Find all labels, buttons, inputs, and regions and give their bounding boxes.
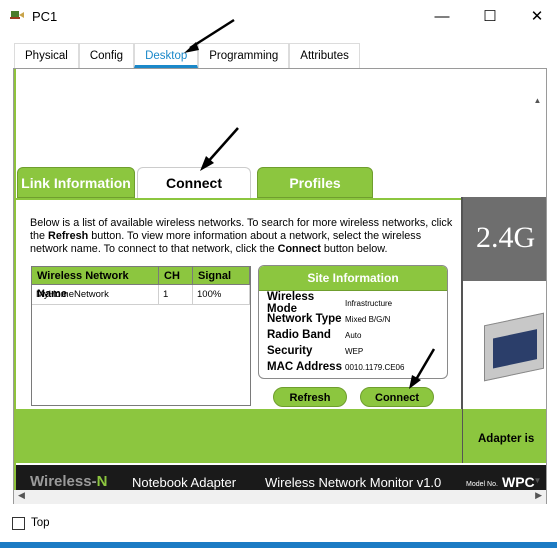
refresh-button[interactable]: Refresh — [273, 387, 347, 407]
maximize-icon[interactable]: ☐ — [479, 6, 501, 28]
table-row[interactable]: MyHomeNetwork 1 100% — [32, 285, 250, 305]
top-checkbox[interactable] — [12, 517, 25, 530]
app-icon — [10, 11, 24, 19]
monitor-version: Wireless Network Monitor v1.0 — [265, 475, 442, 490]
tab-attributes[interactable]: Attributes — [289, 43, 360, 68]
window-title: PC1 — [32, 9, 58, 24]
scroll-right-icon[interactable]: ▶ — [535, 490, 542, 501]
site-information-title: Site Information — [259, 266, 447, 291]
network-name-cell: MyHomeNetwork — [32, 285, 159, 304]
scroll-up-icon[interactable]: ▲ — [530, 96, 545, 112]
scroll-left-icon[interactable]: ◀ — [18, 490, 25, 501]
product-type: Notebook Adapter — [132, 475, 237, 490]
column-network-name: Wireless Network Name — [32, 267, 159, 300]
desktop-panel: Link Information Connect Profiles Below … — [13, 68, 547, 504]
network-list: Wireless Network Name CH Signal MyHomeNe… — [31, 266, 251, 406]
column-signal: Signal — [193, 267, 250, 284]
channel-cell: 1 — [159, 285, 193, 304]
model-label: Model No. — [466, 481, 498, 488]
arrow-annotation-desktop — [184, 18, 235, 53]
adapter-card-image — [484, 312, 544, 382]
site-row-wireless-mode: Wireless Mode Infrastructure — [267, 291, 393, 315]
network-list-header: Wireless Network Name CH Signal — [32, 267, 250, 300]
arrow-annotation-connect-tab — [200, 127, 239, 171]
instructions-text: Below is a list of available wireless ne… — [30, 217, 453, 255]
tab-config[interactable]: Config — [78, 43, 135, 68]
arrow-annotation-connect-button — [409, 348, 436, 389]
status-band — [16, 409, 462, 463]
signal-cell: 100% — [193, 285, 250, 304]
product-brand: Wireless-N — [30, 473, 108, 490]
adapter-status-text: Adapter is — [478, 433, 535, 445]
top-checkbox-label: Top — [31, 517, 50, 529]
tab-physical[interactable]: Physical — [14, 43, 79, 68]
site-row-radio-band: Radio Band Auto — [267, 329, 362, 341]
title-bar: PC1 — ☐ ✕ — [0, 0, 557, 34]
subtab-profiles[interactable]: Profiles — [257, 167, 373, 198]
horizontal-scrollbar[interactable]: ◀ ▶ — [14, 490, 546, 504]
window-bottom-border — [0, 542, 557, 548]
minimize-icon[interactable]: — — [431, 6, 453, 28]
column-channel: CH — [159, 267, 193, 284]
subtab-link-information[interactable]: Link Information — [17, 167, 135, 198]
band-label: 2.4G — [476, 221, 536, 254]
subtab-underline — [16, 198, 462, 200]
site-row-network-type: Network Type Mixed B/G/N — [267, 313, 391, 325]
close-icon[interactable]: ✕ — [526, 6, 548, 28]
